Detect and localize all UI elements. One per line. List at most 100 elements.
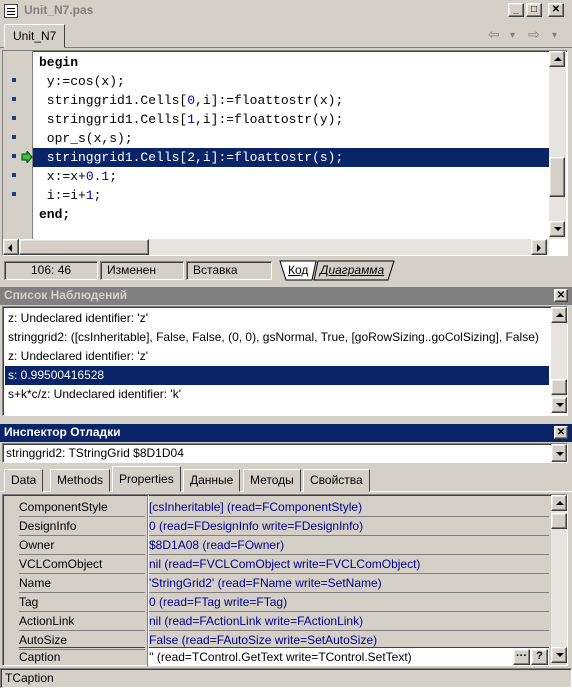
debug-inspector-close-button[interactable]: ✕ xyxy=(554,426,568,439)
tab-code[interactable]: Код xyxy=(288,263,308,277)
property-row[interactable]: Tag 0 (read=FTag write=FTag) xyxy=(3,593,551,612)
scroll-right-button[interactable] xyxy=(531,239,547,255)
property-grid[interactable]: ComponentStyle [csInheritable] (read=FCo… xyxy=(2,494,568,667)
code-line-text: x:=x+0.1; xyxy=(39,169,118,184)
cursor-position: 106: 46 xyxy=(4,261,98,280)
scroll-thumb[interactable] xyxy=(551,513,567,529)
code-line-text: stringgrid1.Cells[2,i]:=floattostr(s); xyxy=(39,150,344,165)
watch-item[interactable]: z: Undeclared identifier: 'z' xyxy=(5,347,549,366)
inspected-object-combo[interactable]: stringgrid2: TStringGrid $8D1D04 xyxy=(2,443,568,463)
property-value: [csInheritable] (read=FComponentStyle) xyxy=(149,498,549,517)
tab-data[interactable]: Data xyxy=(4,469,44,492)
inspected-object-value: stringgrid2: TStringGrid $8D1D04 xyxy=(6,446,184,460)
window-titlebar[interactable]: Unit_N7.pas _ □ ✕ xyxy=(0,0,572,22)
scroll-up-button[interactable] xyxy=(551,307,567,323)
property-value: 0 (read=FDesignInfo write=FDesignInfo) xyxy=(149,517,549,536)
tab-methods[interactable]: Methods xyxy=(50,469,111,492)
breakpoint-line-dot-icon[interactable] xyxy=(12,97,16,101)
code-line-text: end; xyxy=(39,207,71,222)
inspector-status-bar: TCaption xyxy=(0,668,572,688)
forward-dropdown-icon[interactable]: ▾ xyxy=(552,30,557,41)
execution-point-arrow-icon xyxy=(21,151,33,163)
code-line[interactable]: end; xyxy=(33,205,549,224)
property-name: ActionLink xyxy=(19,612,145,631)
breakpoint-line-dot-icon[interactable] xyxy=(12,116,16,120)
code-line-text: begin xyxy=(39,55,79,70)
code-line[interactable]: stringgrid1.Cells[0,i]:=floattostr(x); xyxy=(33,91,549,110)
editor-status-bar: 106: 46 Изменен Вставка Код Диаграмма xyxy=(0,258,572,282)
editor-gutter[interactable] xyxy=(3,51,33,239)
scroll-up-button[interactable] xyxy=(549,51,565,67)
insert-mode-indicator: Вставка xyxy=(186,261,272,280)
debug-inspector-title: Инспектор Отладки xyxy=(4,425,121,439)
code-editor[interactable]: begin y:=cos(x); stringgrid1.Cells[0,i]:… xyxy=(2,50,568,256)
close-button[interactable]: ✕ xyxy=(548,3,564,17)
property-value: nil (read=FVCLComObject write=FVCLComObj… xyxy=(149,555,549,574)
property-row[interactable]: VCLComObject nil (read=FVCLComObject wri… xyxy=(3,555,551,574)
watch-list[interactable]: z: Undeclared identifier: 'z' stringgrid… xyxy=(2,306,568,416)
code-line[interactable]: begin xyxy=(33,53,549,72)
forward-arrow-icon[interactable]: ⇨ xyxy=(528,26,540,43)
scroll-down-button[interactable] xyxy=(549,221,565,237)
code-line-text: stringgrid1.Cells[0,i]:=floattostr(x); xyxy=(39,93,344,108)
editor-horizontal-scrollbar[interactable] xyxy=(3,239,549,255)
tab-dannye[interactable]: Данные xyxy=(183,469,241,492)
scroll-down-button[interactable] xyxy=(551,647,567,663)
watch-list-close-button[interactable]: ✕ xyxy=(554,289,568,302)
scroll-thumb[interactable] xyxy=(549,157,565,197)
scroll-down-button[interactable] xyxy=(551,397,567,413)
property-value: 'StringGrid2' (read=FName write=SetName) xyxy=(149,574,549,593)
tab-properties[interactable]: Properties xyxy=(112,466,181,492)
tab-svoistva[interactable]: Свойства xyxy=(303,469,370,492)
code-line[interactable]: stringgrid1.Cells[1,i]:=floattostr(y); xyxy=(33,110,549,129)
property-row[interactable]: Owner $8D1A08 (read=FOwner) xyxy=(3,536,551,555)
ellipsis-button[interactable]: ··· xyxy=(513,649,530,665)
scroll-thumb[interactable] xyxy=(551,379,567,395)
back-dropdown-icon[interactable]: ▾ xyxy=(510,30,515,41)
tab-metody[interactable]: Методы xyxy=(243,469,301,492)
help-button[interactable]: ? xyxy=(531,649,548,665)
property-row[interactable]: Name 'StringGrid2' (read=FName write=Set… xyxy=(3,574,551,593)
property-row-current[interactable]: Caption '' (read=TControl.GetText write=… xyxy=(3,647,551,666)
property-value: 0 (read=FTag write=FTag) xyxy=(149,593,549,612)
watch-item[interactable]: stringgrid2: ([csInheritable], False, Fa… xyxy=(5,328,549,347)
maximize-button[interactable]: □ xyxy=(526,3,542,17)
code-line[interactable]: y:=cos(x); xyxy=(33,72,549,91)
property-row[interactable]: ComponentStyle [csInheritable] (read=FCo… xyxy=(3,498,551,517)
scroll-up-button[interactable] xyxy=(551,495,567,511)
chevron-down-icon[interactable] xyxy=(551,444,567,462)
breakpoint-line-dot-icon[interactable] xyxy=(12,135,16,139)
property-value-editor[interactable]: '' (read=TControl.GetText write=TControl… xyxy=(149,647,549,666)
watch-vertical-scrollbar[interactable] xyxy=(551,307,567,413)
property-row[interactable]: DesignInfo 0 (read=FDesignInfo write=FDe… xyxy=(3,517,551,536)
code-line[interactable]: i:=i+1; xyxy=(33,186,549,205)
editor-vertical-scrollbar[interactable] xyxy=(549,51,566,239)
code-line[interactable]: x:=x+0.1; xyxy=(33,167,549,186)
breakpoint-line-dot-icon[interactable] xyxy=(12,192,16,196)
property-name: ComponentStyle xyxy=(19,498,145,517)
watch-list-header[interactable]: Список Наблюдений ✕ xyxy=(0,287,572,305)
minimize-button[interactable]: _ xyxy=(508,3,524,17)
breakpoint-line-dot-icon[interactable] xyxy=(12,154,16,158)
scroll-left-button[interactable] xyxy=(3,239,19,255)
property-value: '' (read=TControl.GetText write=TControl… xyxy=(149,650,412,664)
tab-diagram[interactable]: Диаграмма xyxy=(320,263,384,277)
breakpoint-line-dot-icon[interactable] xyxy=(12,78,16,82)
code-line-current[interactable]: stringgrid1.Cells[2,i]:=floattostr(s); xyxy=(33,148,549,167)
code-line[interactable]: opr_s(x,s); xyxy=(33,129,549,148)
property-row[interactable]: ActionLink nil (read=FActionLink write=F… xyxy=(3,612,551,631)
tab-unit-n7[interactable]: Unit_N7 xyxy=(4,24,66,48)
back-arrow-icon[interactable]: ⇦ xyxy=(488,26,500,43)
debug-inspector-header[interactable]: Инспектор Отладки ✕ xyxy=(0,424,572,442)
unit-file-icon xyxy=(4,4,18,18)
breakpoint-line-dot-icon[interactable] xyxy=(12,173,16,177)
watch-item[interactable]: z: Undeclared identifier: 'z' xyxy=(5,309,549,328)
modified-indicator: Изменен xyxy=(100,261,184,280)
scroll-thumb[interactable] xyxy=(19,239,149,255)
property-vertical-scrollbar[interactable] xyxy=(551,495,567,663)
property-name: Tag xyxy=(19,593,145,612)
code-area[interactable]: begin y:=cos(x); stringgrid1.Cells[0,i]:… xyxy=(33,51,549,239)
property-value: nil (read=FActionLink write=FActionLink) xyxy=(149,612,549,631)
watch-item[interactable]: s+k*c/z: Undeclared identifier: 'k' xyxy=(5,385,549,404)
watch-item-selected[interactable]: s: 0.99500416528 xyxy=(5,366,549,385)
